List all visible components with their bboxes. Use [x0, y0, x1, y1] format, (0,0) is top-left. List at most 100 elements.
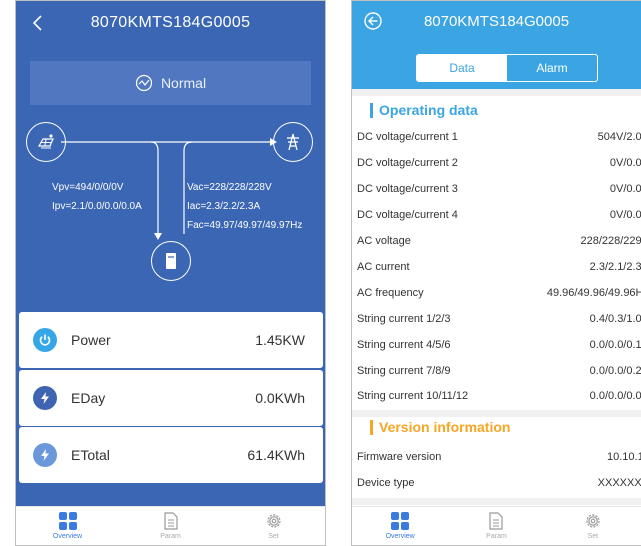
inverter-node [151, 241, 191, 281]
document-icon [163, 512, 178, 530]
document-icon [489, 512, 504, 530]
tab-overview-label: Overview [52, 533, 83, 540]
data-row: String current 10/11/12 0.0/0.0/0.0A [352, 384, 641, 408]
row-label: String current 1/2/3 [357, 313, 451, 325]
tab-overview[interactable]: Overview [352, 507, 448, 545]
row-label: DC voltage/current 2 [357, 157, 458, 169]
lightning-icon [33, 443, 57, 467]
etotal-card: ETotal 61.4KWh [19, 427, 323, 483]
ac-current-text: Iac=2.3/2.2/2.3A [187, 201, 261, 212]
row-label: AC voltage [357, 235, 411, 247]
heading-bar [370, 419, 373, 435]
power-icon [33, 328, 57, 352]
heading-bar [370, 102, 373, 118]
row-label: Firmware version [357, 451, 442, 463]
row-label: AC current [357, 261, 410, 273]
data-row: DC voltage/current 3 0V/0.0A [352, 177, 641, 201]
row-value: 49.96/49.96/49.96Hz [546, 287, 641, 299]
solar-panel-node [26, 122, 66, 162]
power-value: 1.45KW [255, 332, 305, 348]
gear-icon [586, 514, 600, 528]
gear-icon [266, 514, 281, 528]
section-separator [352, 498, 641, 505]
tab-overview[interactable]: Overview [16, 507, 119, 545]
eday-label: EDay [71, 390, 106, 406]
row-value: 10.10.11 [606, 451, 641, 463]
segment-data[interactable]: Data [417, 55, 507, 81]
solar-panel-icon [37, 134, 54, 149]
overview-icon [58, 512, 77, 530]
row-label: String current 10/11/12 [357, 390, 469, 402]
operating-data-title: Operating data [379, 102, 478, 118]
energy-flow-diagram: Vpv=494/0/0/0V Ipv=2.1/0.0/0.0/0.0A Vac=… [16, 111, 325, 311]
eday-card: EDay 0.0KWh [19, 370, 323, 426]
overview-icon [391, 512, 410, 530]
data-row: AC current 2.3/2.1/2.3A [352, 255, 641, 279]
etotal-label: ETotal [71, 447, 110, 463]
header: 8070KMTS184G0005 [16, 1, 325, 45]
section-separator [352, 410, 641, 417]
back-icon[interactable] [28, 11, 48, 35]
segment-alarm[interactable]: Alarm [507, 55, 597, 81]
row-value: XXXXXXX [597, 477, 641, 489]
row-value: 0.0/0.0/0.2A [589, 365, 641, 377]
power-tower-icon [287, 133, 299, 151]
tab-param[interactable]: Param [448, 507, 544, 545]
eday-value: 0.0KWh [255, 390, 305, 406]
row-label: DC voltage/current 4 [357, 209, 458, 221]
tab-param-label: Param [160, 533, 181, 540]
ac-voltage-text: Vac=228/228/228V [187, 182, 272, 193]
tab-set[interactable]: Set [222, 507, 325, 545]
operating-data-heading: Operating data [370, 100, 478, 120]
data-screen: 8070KMTS184G0005 Data Alarm Operating da… [351, 0, 641, 546]
tab-set-label: Set [587, 533, 599, 540]
device-title: 8070KMTS184G0005 [423, 13, 570, 30]
data-row: String current 7/8/9 0.0/0.0/0.2A [352, 359, 641, 383]
tab-param[interactable]: Param [119, 507, 222, 545]
bottom-tab-bar: Overview Param Set [352, 506, 641, 545]
row-value: 0V/0.0A [609, 209, 641, 221]
data-row: Device type XXXXXXX [352, 471, 641, 495]
power-card: Power 1.45KW [19, 312, 323, 368]
row-label: DC voltage/current 3 [357, 183, 458, 195]
data-row: String current 1/2/3 0.4/0.3/1.0A [352, 307, 641, 331]
data-row: Firmware version 10.10.11 [352, 445, 641, 469]
tab-set-label: Set [268, 533, 279, 540]
status-text: Normal [160, 75, 207, 91]
etotal-value: 61.4KWh [247, 447, 305, 463]
bottom-tab-bar: Overview Param Set [16, 506, 325, 545]
status-box: Normal [30, 61, 311, 105]
segment-control: Data Alarm [416, 54, 598, 82]
row-label: AC frequency [357, 287, 424, 299]
tab-set[interactable]: Set [545, 507, 641, 545]
version-info-heading: Version information [370, 417, 510, 437]
inverter-icon [166, 253, 176, 269]
row-label: String current 4/5/6 [357, 339, 451, 351]
device-title: 8070KMTS184G0005 [90, 14, 251, 31]
row-value: 2.3/2.1/2.3A [589, 261, 641, 273]
row-label: Device type [357, 477, 415, 489]
tab-param-label: Param [486, 533, 507, 540]
row-value: 0.0/0.0/0.1A [589, 339, 641, 351]
row-label: String current 7/8/9 [357, 365, 451, 377]
row-value: 0.0/0.0/0.0A [589, 390, 641, 402]
row-value: 504V/2.0A [597, 131, 641, 143]
row-value: 0V/0.0A [609, 183, 641, 195]
data-row: DC voltage/current 1 504V/2.0A [352, 125, 641, 149]
grid-node [273, 122, 313, 162]
row-value: 228/228/229V [580, 235, 641, 247]
version-info-title: Version information [379, 419, 511, 435]
ac-frequency-text: Fac=49.97/49.97/49.97Hz [187, 220, 303, 231]
tab-overview-label: Overview [385, 533, 415, 540]
header: 8070KMTS184G0005 Data Alarm [352, 1, 641, 89]
data-row: AC frequency 49.96/49.96/49.96Hz [352, 281, 641, 305]
row-label: DC voltage/current 1 [357, 131, 458, 143]
data-row: String current 4/5/6 0.0/0.0/0.1A [352, 333, 641, 357]
data-row: DC voltage/current 2 0V/0.0A [352, 151, 641, 175]
row-value: 0.4/0.3/1.0A [589, 313, 641, 325]
pv-current-text: Ipv=2.1/0.0/0.0/0.0A [52, 201, 142, 212]
row-value: 0V/0.0A [609, 157, 641, 169]
lightning-icon [33, 386, 57, 410]
status-wave-icon [135, 74, 153, 92]
pv-voltage-text: Vpv=494/0/0/0V [52, 182, 124, 193]
